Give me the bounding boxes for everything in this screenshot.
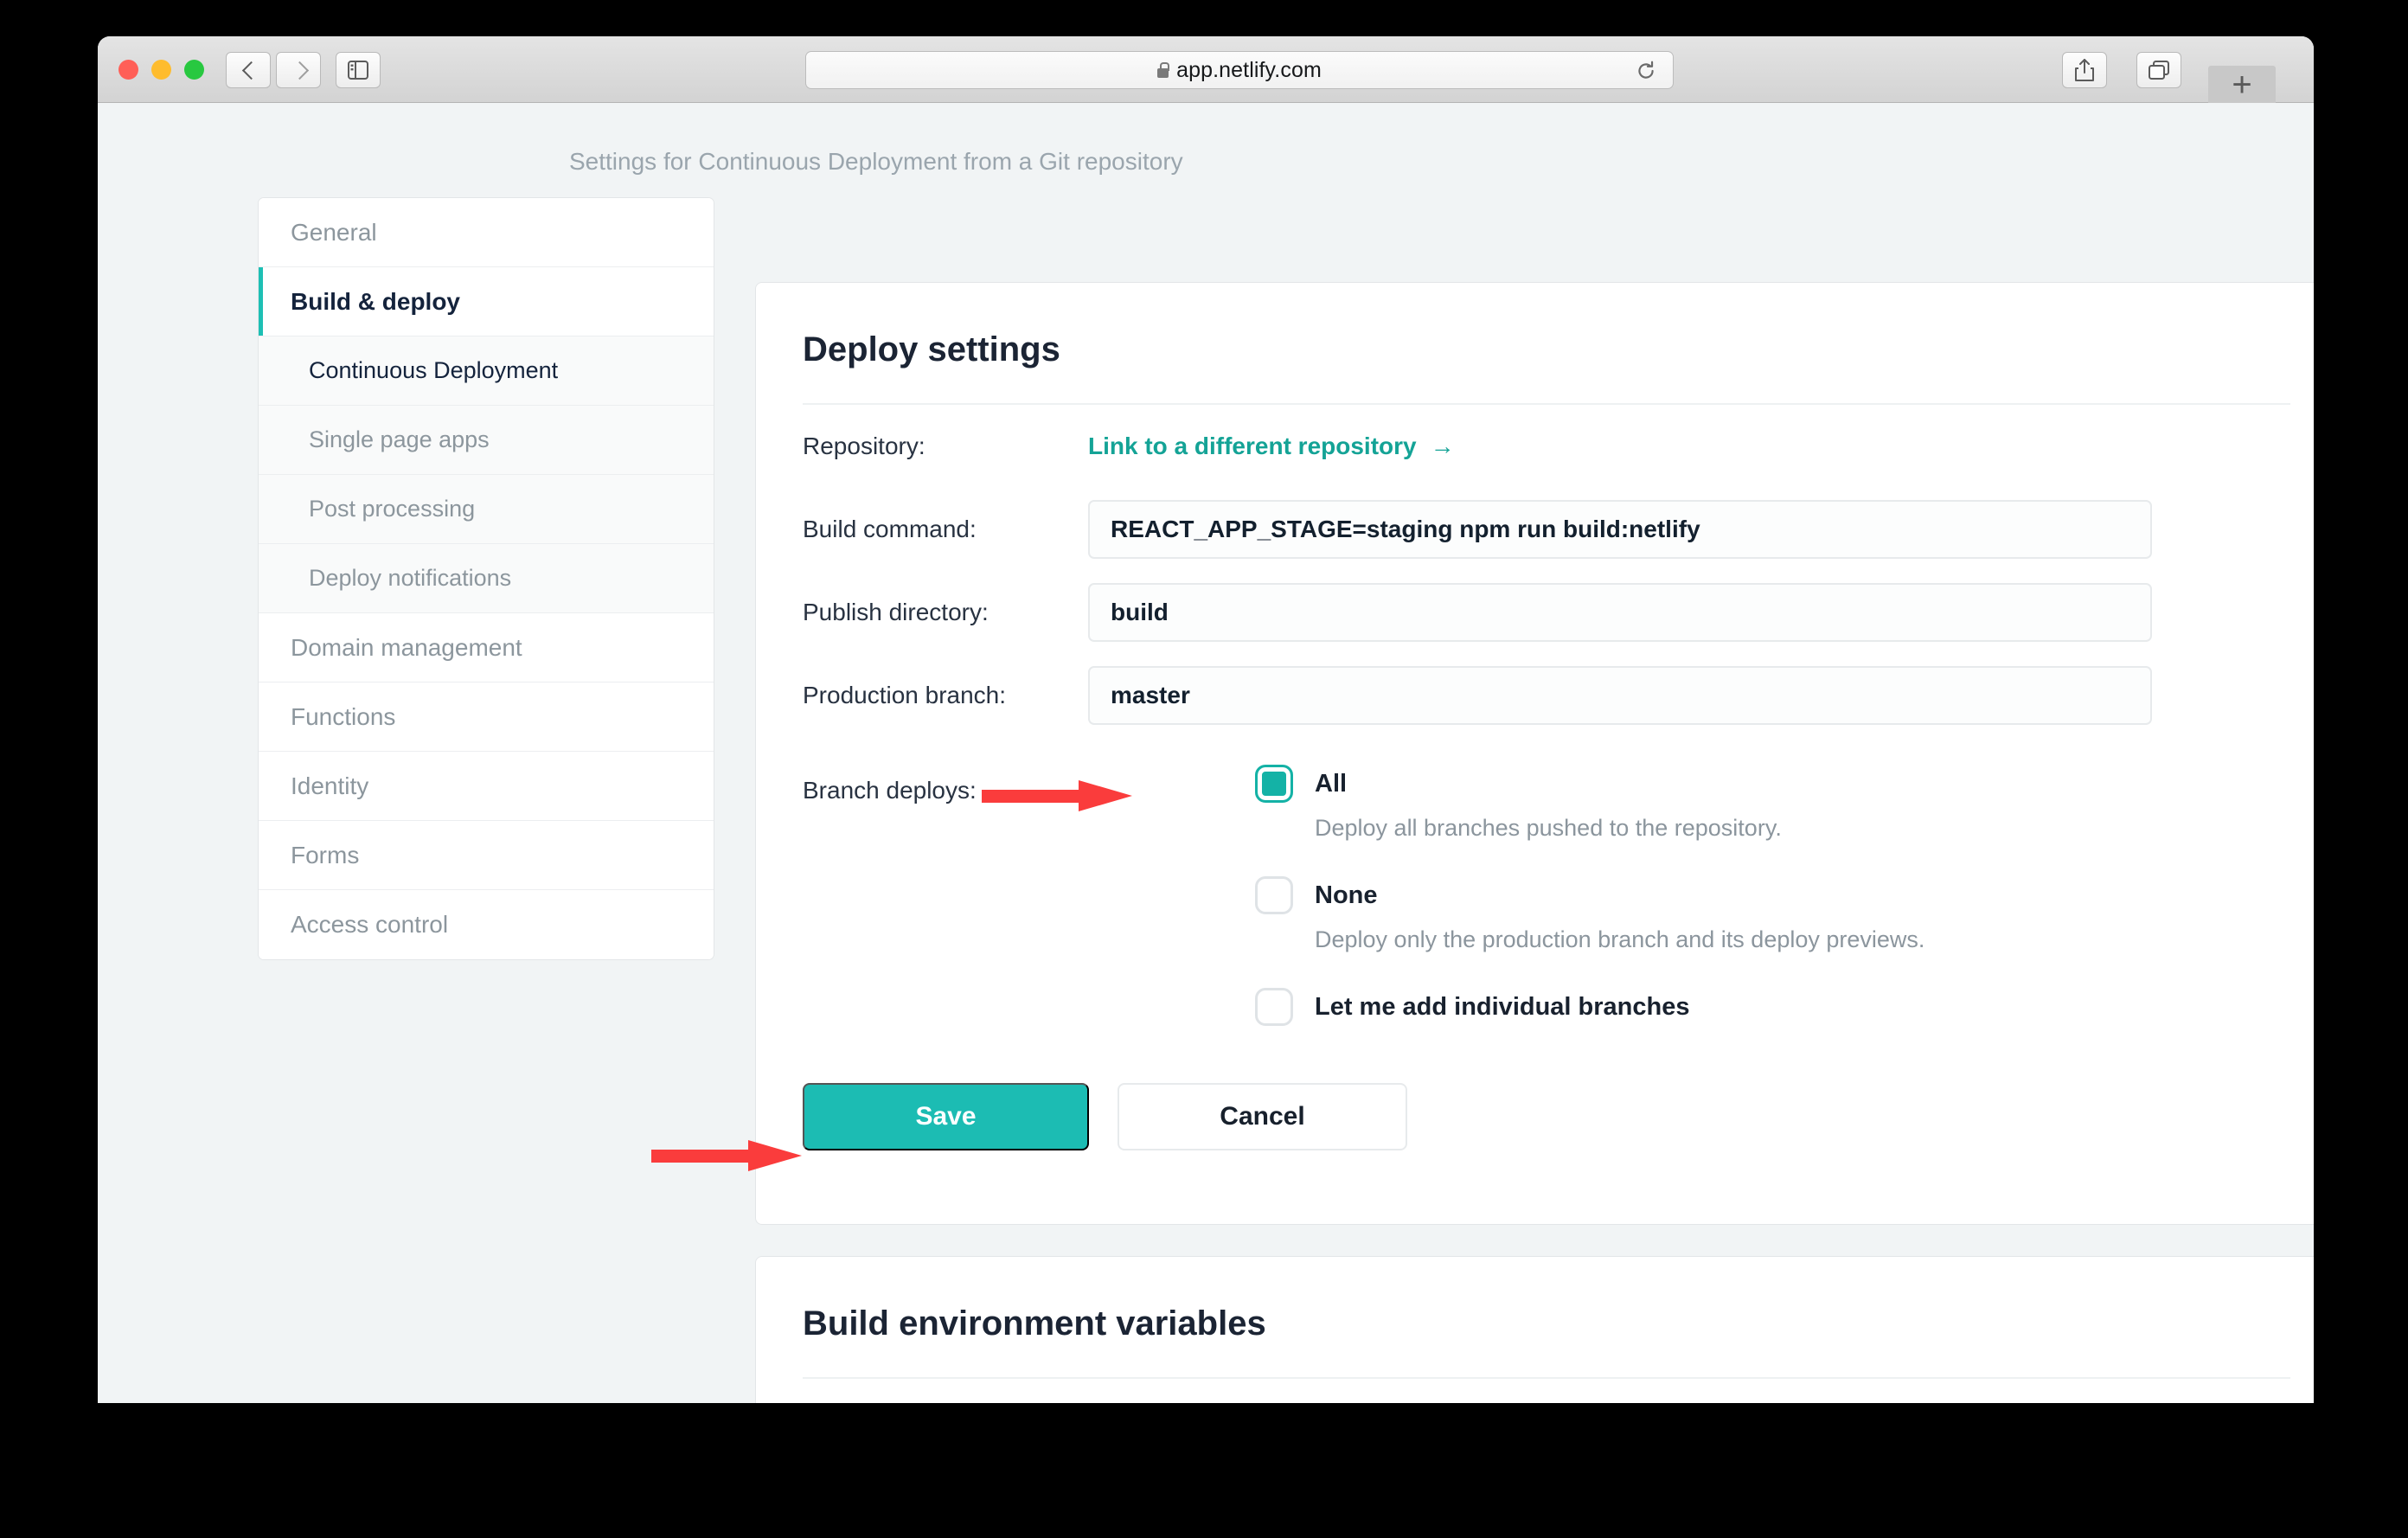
sidebar-item-build-deploy[interactable]: Build & deploy [259,267,714,336]
build-env-description: Set environment variables for your build… [756,1379,2314,1403]
sidebar-toggle-icon [348,61,368,80]
close-window-button[interactable] [118,60,138,80]
radio-option-all[interactable]: All Deploy all branches pushed to the rep… [1255,765,1924,842]
page-subtitle: Settings for Continuous Deployment from … [569,148,1183,175]
url-value: app.netlify.com [1176,57,1322,82]
branch-deploys-radio-group: All Deploy all branches pushed to the rep… [1088,765,1924,1061]
build-command-input[interactable]: REACT_APP_STAGE=staging npm run build:ne… [1088,500,2152,559]
sidebar-item-label: Functions [291,702,396,730]
lock-icon [1157,61,1170,78]
tabs-overview-icon [2149,61,2169,80]
sidebar-item-label: General [291,218,377,246]
forward-button[interactable] [276,52,321,88]
radio-description: Deploy all branches pushed to the reposi… [1315,815,1782,841]
production-branch-input[interactable]: master [1088,666,2152,725]
production-branch-row: Production branch: master [756,654,2314,737]
back-button[interactable] [226,52,271,88]
link-label: Link to a different repository [1088,433,1417,459]
new-tab-button[interactable]: + [2208,66,2276,103]
radio-line: None [1255,876,1924,914]
build-env-title: Build environment variables [803,1304,1266,1343]
radio-button-all[interactable] [1255,765,1293,803]
sidebar-item-label: Deploy notifications [309,565,512,591]
page-viewport: Settings for Continuous Deployment from … [98,103,2314,1403]
reload-button[interactable] [1635,60,1657,82]
branch-deploys-label: Branch deploys: [803,777,977,804]
sidebar-item-identity[interactable]: Identity [259,752,714,821]
radio-line: Let me add individual branches [1255,988,1924,1026]
sidebar-item-label: Post processing [309,496,476,522]
sidebar-item-general[interactable]: General [259,198,714,267]
build-environment-variables-card: Build environment variables Set environm… [755,1256,2314,1403]
chevron-right-icon [293,61,304,80]
production-branch-label: Production branch: [803,682,1007,708]
minimize-window-button[interactable] [151,60,171,80]
new-tab-label: + [2232,65,2252,104]
radio-description: Deploy only the production branch and it… [1315,926,1925,952]
window-controls [118,60,204,80]
build-command-row: Build command: REACT_APP_STAGE=staging n… [756,488,2314,571]
radio-option-none[interactable]: None Deploy only the production branch an… [1255,876,1924,953]
share-icon [2075,59,2094,81]
arrow-right-icon: → [1430,433,1455,459]
radio-button-none[interactable] [1255,876,1293,914]
publish-directory-input[interactable]: build [1088,583,2152,642]
url-text: app.netlify.com [1157,58,1322,83]
deploy-settings-card: Deploy settings Repository: Link to a di… [755,282,2314,1225]
sidebar-item-access-control[interactable]: Access control [259,890,714,959]
sidebar-item-continuous-deployment[interactable]: Continuous Deployment [259,336,714,406]
sidebar-item-domain-management[interactable]: Domain management [259,613,714,682]
browser-window: app.netlify.com + Settings for Continuou… [98,36,2314,1403]
form-actions: Save Cancel [756,1083,2314,1150]
sidebar-item-functions[interactable]: Functions [259,682,714,752]
publish-directory-label: Publish directory: [803,599,989,625]
radio-button-let-me-add-individual-branches[interactable] [1255,988,1293,1026]
maximize-window-button[interactable] [184,60,204,80]
deploy-settings-title: Deploy settings [803,330,1060,368]
sidebar-item-deploy-notifications[interactable]: Deploy notifications [259,544,714,613]
radio-label: Let me add individual branches [1315,992,1690,1021]
sidebar-item-post-processing[interactable]: Post processing [259,475,714,544]
address-bar[interactable]: app.netlify.com [805,51,1674,89]
radio-label: None [1315,881,1378,909]
repository-row: Repository: Link to a different reposito… [756,405,2314,488]
repository-label: Repository: [803,433,925,459]
chevron-left-icon [243,61,254,80]
tabs-overview-button[interactable] [2136,52,2181,88]
build-command-label: Build command: [803,516,977,542]
save-button[interactable]: Save [803,1083,1089,1150]
share-button[interactable] [2062,52,2107,88]
publish-directory-row: Publish directory: build [756,571,2314,654]
sidebar-item-label: Access control [291,911,449,938]
sidebar-item-label: Domain management [291,633,522,661]
radio-option-let-me-add-individual-branches[interactable]: Let me add individual branches [1255,988,1924,1026]
sidebar-item-label: Continuous Deployment [309,357,559,383]
radio-line: All [1255,765,1924,803]
browser-toolbar: app.netlify.com + [98,36,2314,103]
sidebar-toggle-button[interactable] [336,52,381,88]
sidebar-item-label: Forms [291,841,360,868]
settings-sidebar: General Build & deploy Continuous Deployme… [258,197,714,960]
link-to-different-repository-link[interactable]: Link to a different repository → [1088,433,1455,460]
sidebar-item-label: Identity [291,772,369,799]
sidebar-item-forms[interactable]: Forms [259,821,714,890]
radio-label: All [1315,769,1348,798]
sidebar-item-label: Build & deploy [291,287,460,315]
branch-deploys-row: Branch deploys: All Deploy all branches p… [756,765,2314,1061]
sidebar-item-single-page-apps[interactable]: Single page apps [259,406,714,475]
sidebar-item-label: Single page apps [309,426,490,452]
cancel-button[interactable]: Cancel [1118,1083,1407,1150]
